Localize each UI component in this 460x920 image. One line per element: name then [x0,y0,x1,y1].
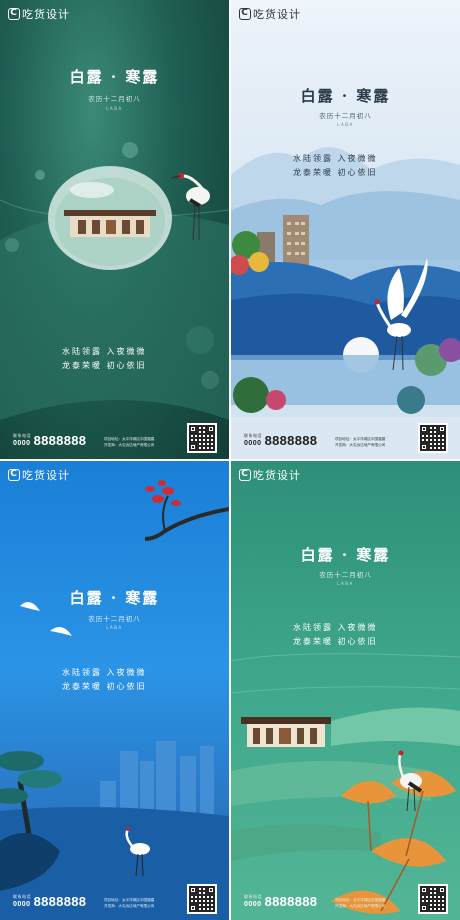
phone-number: 0000 8888888 [244,894,317,909]
logo-text: 吃货设计 [253,8,301,21]
ginkgo-scene [231,653,460,914]
logo-text: 吃货设计 [253,469,301,482]
poster-droplet: C 吃货设计 白露 · 寒露 农历十二月初八 LABA 水陆领露 入夜微微 龙泰… [0,0,229,459]
info-developer: 开发商：大屯远达地产有限公司 [104,443,155,447]
phone-prefix: 0000 [244,440,262,447]
lunar-date: 农历十二月初八 [319,571,372,579]
logo-text: 吃货设计 [22,469,70,482]
qr-code[interactable] [418,423,448,453]
latin-caption: LABA [106,625,123,630]
poem-block: 水陆领露 入夜微微 龙泰荣暖 初心依旧 [293,152,378,180]
logo-c-icon: C [8,469,20,481]
project-info: 项目地址：太平洋城区中国福建 开发商：大屯远达地产有限公司 [104,897,176,909]
lunar-date: 农历十二月初八 [88,615,141,623]
info-developer: 开发商：大屯远达地产有限公司 [335,904,386,908]
building-door [106,220,116,234]
building-window [122,220,130,234]
qr-pattern [420,886,446,912]
poem-line: 水陆领露 入夜微微 [62,347,147,356]
bokeh-circle [35,170,45,180]
poster-blue-lake: C 吃货设计 白露 · 寒露 农历十二月初八 LABA 水陆领露 入夜微微 龙泰… [0,461,229,920]
poster-landscape: C 吃货设计 白露 · 寒露 农历十二月初八 LABA 水陆领露 入夜微微 龙泰… [231,0,460,459]
leaf-shape [231,823,381,861]
poster-title: 白露 · 寒露 [300,87,391,105]
poem-line: 水陆领露 入夜微微 [293,623,378,632]
poster-title: 白露 · 寒露 [69,589,160,607]
info-developer: 开发商：大屯远达地产有限公司 [104,904,155,908]
water-line [231,686,460,694]
logo-c-icon: C [8,8,20,20]
bokeh-circle [122,142,138,158]
crane-bird [398,750,423,812]
qr-code[interactable] [187,423,217,453]
latin-caption: LABA [337,581,354,586]
poster-footer: 联系电话 0000 8888888 项目地址：太平洋城区中国福建 开发商：大屯远达… [231,878,460,920]
logo-c-icon: C [239,8,251,20]
poem-line: 水陆领露 入夜微微 [62,668,147,677]
pavilion-building [241,717,331,747]
logo-text: 吃货设计 [22,8,70,21]
poster-title: 白露 · 寒露 [300,546,391,564]
landscape-scene [231,147,460,414]
phone-prefix: 0000 [244,901,262,908]
project-info: 项目地址：太平洋城区中国福建 开发商：大屯远达地产有限公司 [335,436,407,448]
phone-digits: 8888888 [33,433,87,448]
building-window [136,220,144,234]
phone-prefix: 0000 [13,440,31,447]
poem-block: 水陆领露 入夜微微 龙泰荣暖 初心依旧 [293,621,378,649]
phone-digits: 8888888 [264,433,318,448]
phone-number: 0000 8888888 [244,433,317,448]
poster-footer: 联系电话 0000 8888888 项目地址：太平洋城区中国福建 开发商：大屯远达… [231,417,460,459]
phone-number: 0000 8888888 [13,433,86,448]
qr-code[interactable] [187,884,217,914]
logo-c-icon: C [239,469,251,481]
phone-digits: 8888888 [33,894,87,909]
lunar-date: 农历十二月初八 [319,112,372,120]
poem-block: 水陆领露 入夜微微 龙泰荣暖 初心依旧 [62,666,147,694]
project-info: 项目地址：太平洋城区中国福建 开发商：大屯远达地产有限公司 [104,436,176,448]
poem-line: 水陆领露 入夜微微 [293,154,378,163]
phone-digits: 8888888 [264,894,318,909]
building-window [92,220,100,234]
brand-logo: C 吃货设计 [8,467,70,483]
lunar-date: 农历十二月初八 [88,95,141,103]
poem-line: 龙泰荣暖 初心依旧 [293,168,378,177]
poem-line: 龙泰荣暖 初心依旧 [62,682,147,691]
brand-logo: C 吃货设计 [239,6,301,22]
poster-ginkgo: C 吃货设计 白露 · 寒露 农历十二月初八 LABA 水陆领露 入夜微微 龙泰… [231,461,460,920]
poster-footer: 联系电话 0000 8888888 项目地址：太平洋城区中国福建 开发商：大屯远达… [0,878,229,920]
poem-line: 龙泰荣暖 初心依旧 [62,361,147,370]
qr-code[interactable] [418,884,448,914]
water-line [231,653,460,662]
qr-pattern [420,425,446,451]
info-developer: 开发商：大屯远达地产有限公司 [335,443,386,447]
leaf-shape [331,707,460,746]
poster-footer: 联系电话 0000 8888888 项目地址：太平洋城区中国福建 开发商：大屯远达… [0,417,229,459]
tree-branch [144,507,229,541]
project-info: 项目地址：太平洋城区中国福建 开发商：大屯远达地产有限公司 [335,897,407,909]
phone-number: 0000 8888888 [13,894,86,909]
phone-prefix: 0000 [13,901,31,908]
tree-branch [162,495,169,532]
brand-logo: C 吃货设计 [8,6,70,22]
latin-caption: LABA [106,106,123,111]
red-leaves [145,480,181,506]
poem-block: 水陆领露 入夜微微 龙泰荣暖 初心依旧 [62,345,147,373]
building-roof [64,210,156,216]
qr-pattern [189,886,215,912]
poem-line: 龙泰荣暖 初心依旧 [293,637,378,646]
droplet-highlight [70,182,114,198]
building-window [78,220,86,234]
brand-logo: C 吃货设计 [239,467,301,483]
poster-title: 白露 · 寒露 [69,68,160,86]
qr-pattern [189,425,215,451]
latin-caption: LABA [337,122,354,127]
